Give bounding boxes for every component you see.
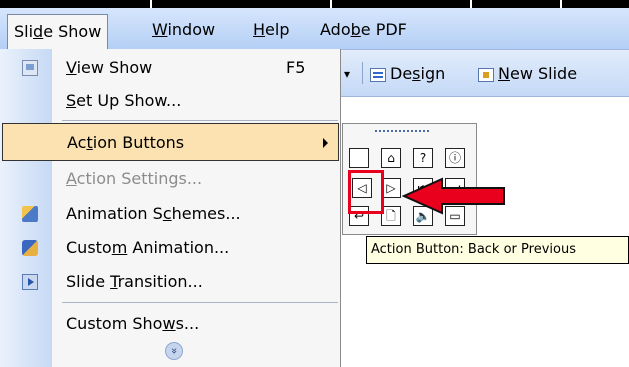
menu-item-action-buttons[interactable]: Action Buttons xyxy=(2,123,339,161)
palette-drag-handle[interactable] xyxy=(374,129,430,133)
animation-schemes-icon xyxy=(22,206,38,222)
custom-animation-icon xyxy=(22,240,38,256)
chevron-down-icon: ▾ xyxy=(344,67,351,81)
toolbar-separator xyxy=(362,62,363,84)
menu-item-animation-schemes[interactable]: Animation Schemes... xyxy=(0,195,340,233)
slide-show-menu: View Show F5 Set Up Show... Action Butto… xyxy=(0,49,341,367)
action-button-information[interactable]: ⓘ xyxy=(445,148,465,168)
action-button-home[interactable]: ⌂ xyxy=(381,148,401,168)
slide-transition-icon xyxy=(22,274,38,290)
formatting-toolbar: ▾ Design New Slide xyxy=(340,50,629,97)
menu-adobe-pdf[interactable]: Adobe PDF xyxy=(314,16,413,44)
double-chevron-down-icon[interactable]: » xyxy=(165,342,183,360)
new-slide-button[interactable]: New Slide xyxy=(478,62,577,86)
menu-item-slide-transition[interactable]: Slide Transition... xyxy=(0,263,340,301)
submenu-arrow-icon xyxy=(323,138,328,148)
slide-show-icon xyxy=(22,60,38,76)
pointer-arrow-icon xyxy=(402,177,505,215)
action-button-document[interactable]: 🗋 xyxy=(381,206,401,226)
action-button-help[interactable]: ? xyxy=(413,148,433,168)
highlight-callout-box xyxy=(348,170,384,214)
menu-item-set-up-show[interactable]: Set Up Show... xyxy=(0,82,340,120)
font-color-dropdown[interactable]: ▾ xyxy=(344,62,350,86)
menu-separator xyxy=(62,120,338,121)
menu-window[interactable]: Window xyxy=(146,16,221,44)
menu-bar: Slide Show Window Help Adobe PDF xyxy=(0,8,629,50)
menu-help[interactable]: Help xyxy=(247,16,295,44)
tooltip: Action Button: Back or Previous xyxy=(366,236,629,264)
design-button[interactable]: Design xyxy=(370,62,445,86)
design-icon xyxy=(370,67,386,82)
new-slide-icon xyxy=(478,67,494,82)
menu-item-custom-animation[interactable]: Custom Animation... xyxy=(0,229,340,267)
menu-slide-show[interactable]: Slide Show xyxy=(7,14,109,49)
menu-separator xyxy=(62,302,338,303)
top-black-strip xyxy=(0,0,629,8)
action-button-custom[interactable] xyxy=(349,148,369,168)
menu-item-action-settings: Action Settings... xyxy=(66,169,203,188)
menu-item-custom-shows[interactable]: Custom Shows... xyxy=(0,305,340,343)
action-button-forward-or-next[interactable]: ▷ xyxy=(381,178,401,198)
